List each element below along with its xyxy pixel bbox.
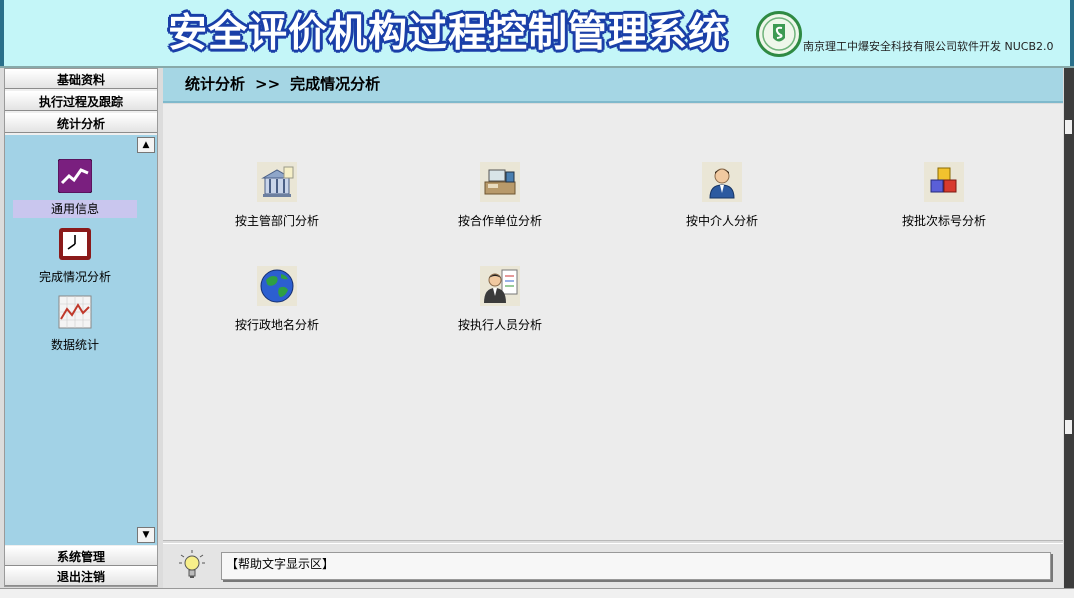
breadcrumb-section[interactable]: 统计分析 [185, 75, 245, 93]
scroll-down-button[interactable]: ▼ [137, 527, 155, 543]
breadcrumb-separator: >> [255, 75, 281, 93]
analysis-menu: 按主管部门分析 按合作单位分析 按中介人分析 按批次标号分析 按行政地名分析 按… [163, 104, 1063, 541]
sidebar-item-label: 通用信息 [13, 200, 137, 218]
app-title: 安全评价机构过程控制管理系统 [168, 11, 729, 56]
sidebar: 基础资料 执行过程及跟踪 统计分析 ▲ 通用信息 完成情况分析 数据统计 ▼ 系… [4, 68, 158, 587]
help-bar: 【帮助文字显示区】 [163, 543, 1063, 588]
line-graph-icon [58, 295, 92, 329]
nav-execution-tracking-button[interactable]: 执行过程及跟踪 [5, 91, 157, 111]
company-credit: 南京理工中爆安全科技有限公司软件开发 NUCB2.0 [803, 40, 1054, 53]
nav-statistics-button[interactable]: 统计分析 [5, 113, 157, 133]
nav-system-management-button[interactable]: 系统管理 [5, 546, 157, 566]
blocks-icon [924, 162, 964, 202]
government-building-icon [257, 162, 297, 202]
clock-icon [58, 227, 92, 261]
analysis-by-administrative-region[interactable]: 按行政地名分析 [192, 266, 362, 333]
nav-logout-button[interactable]: 退出注销 [5, 566, 157, 586]
breadcrumb-page: 完成情况分析 [290, 75, 381, 93]
sidebar-item-data-statistics[interactable]: 数据统计 [13, 295, 137, 354]
tile-label: 按批次标号分析 [901, 214, 986, 228]
sidebar-panel: ▲ 通用信息 完成情况分析 数据统计 ▼ [5, 135, 157, 545]
sidebar-item-label: 完成情况分析 [38, 270, 111, 284]
edge-mark [1065, 120, 1072, 134]
lightbulb-icon [179, 550, 205, 580]
tile-label: 按执行人员分析 [457, 318, 542, 332]
tile-label: 按行政地名分析 [234, 318, 319, 332]
company-logo-icon [756, 11, 802, 57]
analysis-by-intermediary[interactable]: 按中介人分析 [637, 162, 807, 229]
header-right-edge [1070, 0, 1074, 66]
right-edge-strip [1064, 68, 1074, 597]
staff-board-icon [480, 266, 520, 306]
sidebar-item-general-info[interactable]: 通用信息 [13, 158, 137, 218]
analysis-by-department[interactable]: 按主管部门分析 [192, 162, 362, 229]
analysis-by-batch-number[interactable]: 按批次标号分析 [859, 162, 1029, 229]
scroll-up-button[interactable]: ▲ [137, 137, 155, 153]
tile-label: 按主管部门分析 [234, 214, 319, 228]
sidebar-item-label: 数据统计 [50, 338, 99, 352]
header-left-edge [0, 0, 4, 66]
edge-mark [1065, 420, 1072, 434]
nav-basic-data-button[interactable]: 基础资料 [5, 69, 157, 89]
person-icon [702, 162, 742, 202]
breadcrumb: 统计分析 >> 完成情况分析 [163, 68, 1063, 103]
stock-chart-icon [57, 158, 93, 194]
office-desk-icon [480, 162, 520, 202]
analysis-by-executor[interactable]: 按执行人员分析 [415, 266, 585, 333]
tile-label: 按合作单位分析 [457, 214, 542, 228]
help-text-area: 【帮助文字显示区】 [221, 552, 1051, 580]
app-header: 安全评价机构过程控制管理系统 南京理工中爆安全科技有限公司软件开发 NUCB2.… [0, 0, 1074, 68]
globe-icon [257, 266, 297, 306]
tile-label: 按中介人分析 [685, 214, 758, 228]
analysis-by-partner[interactable]: 按合作单位分析 [415, 162, 585, 229]
sidebar-item-completion-analysis[interactable]: 完成情况分析 [13, 227, 137, 286]
